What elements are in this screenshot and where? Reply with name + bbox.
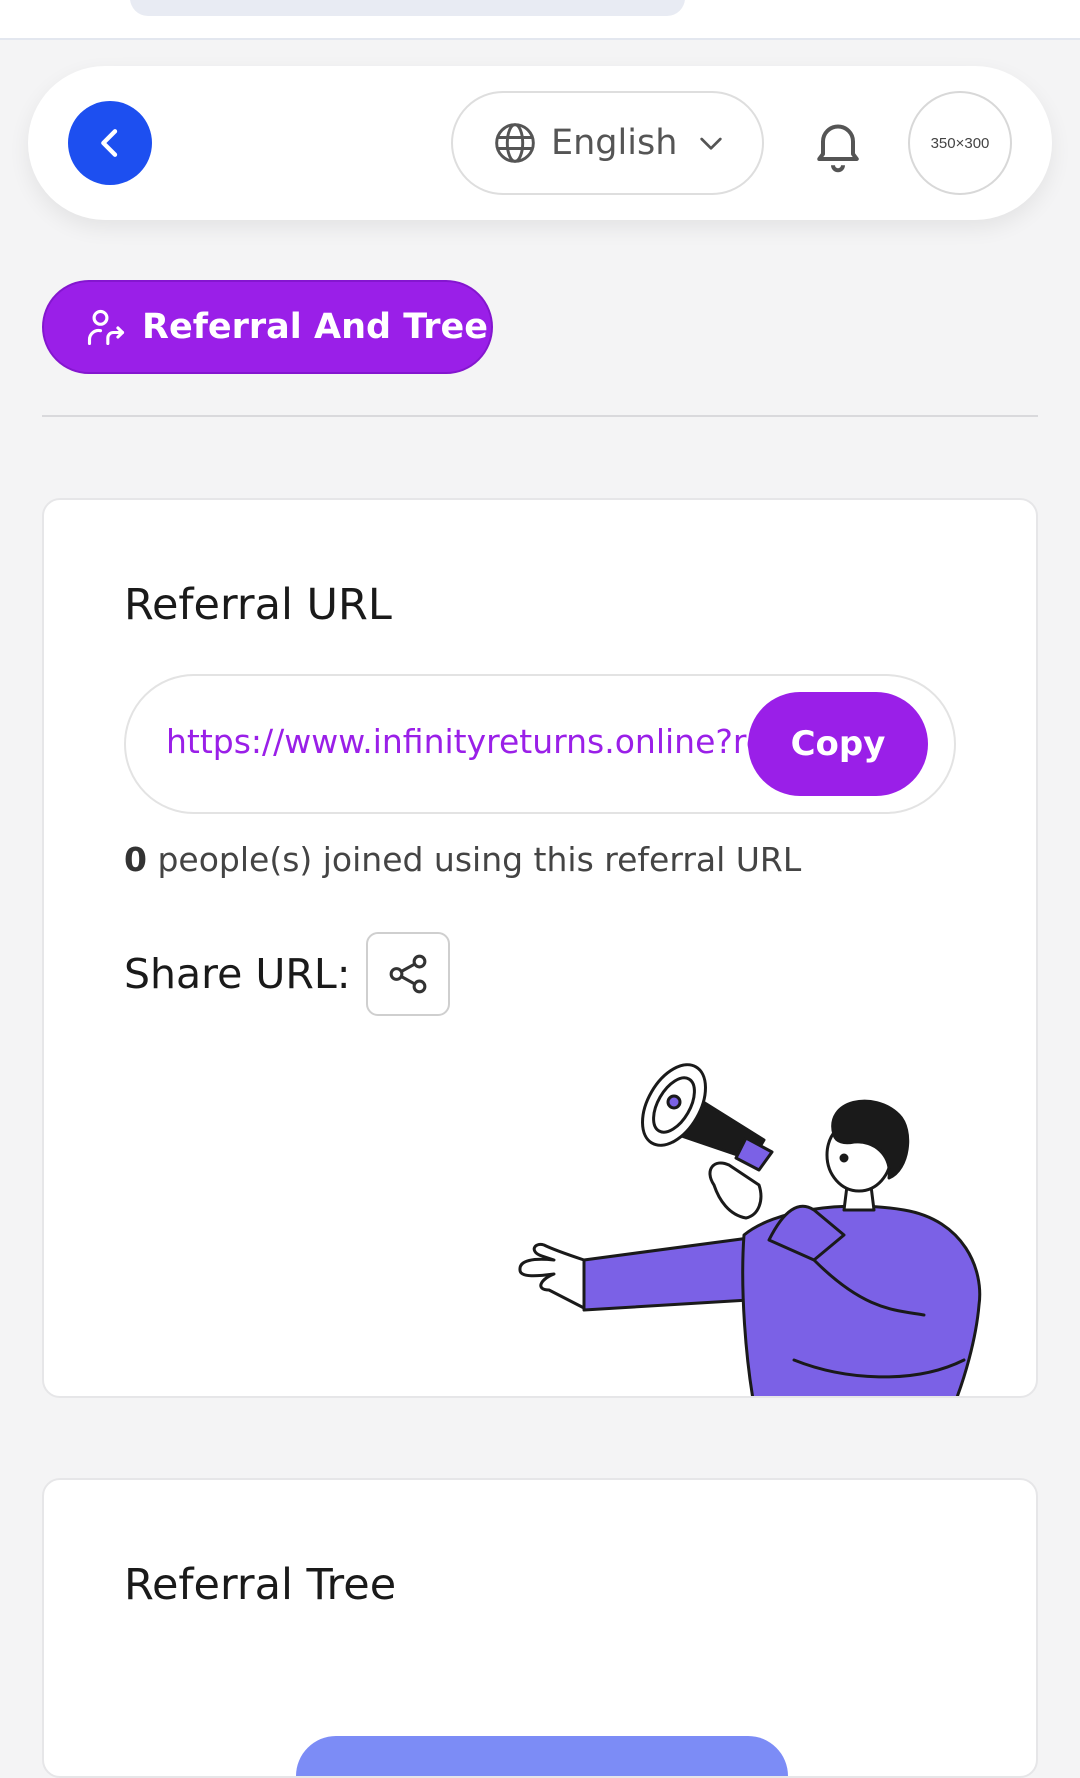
referral-and-tree-tab[interactable]: Referral And Tree <box>42 280 493 374</box>
app-header: English 350×300 <box>28 66 1052 220</box>
referral-url-text[interactable]: https://www.infinityreturns.online?ref= <box>166 722 806 761</box>
language-label: English <box>551 123 678 163</box>
referral-url-card: Referral URL https://www.infinityreturns… <box>42 498 1038 1398</box>
referral-url-field[interactable]: https://www.infinityreturns.online?ref= … <box>124 674 956 814</box>
top-bar <box>0 0 1080 40</box>
chevron-down-icon <box>700 137 723 150</box>
globe-icon <box>495 123 535 163</box>
share-url-label: Share URL: <box>124 950 351 998</box>
notification-button[interactable] <box>808 114 868 174</box>
user-share-icon <box>87 309 125 346</box>
joined-count: 0 <box>124 840 147 879</box>
referral-tree-card: Referral Tree <box>42 1478 1038 1778</box>
avatar[interactable]: 350×300 <box>908 91 1012 195</box>
chevron-left-icon <box>101 129 118 157</box>
joined-count-text: 0 people(s) joined using this referral U… <box>124 840 801 879</box>
language-select[interactable]: English <box>451 91 764 195</box>
share-icon <box>389 954 427 994</box>
share-button[interactable] <box>366 932 450 1016</box>
referral-url-title: Referral URL <box>124 580 392 630</box>
referral-tree-node-button[interactable] <box>296 1736 788 1776</box>
back-button[interactable] <box>68 101 152 185</box>
divider <box>42 415 1038 417</box>
top-search-pill[interactable] <box>130 0 685 16</box>
person-with-megaphone-illustration <box>518 1063 982 1396</box>
copy-button[interactable]: Copy <box>748 692 928 796</box>
joined-label: people(s) joined using this referral URL <box>146 840 802 879</box>
section-tab-label: Referral And Tree <box>142 307 488 347</box>
bell-icon <box>817 124 859 173</box>
avatar-placeholder-text: 350×300 <box>930 134 990 152</box>
referral-tree-title: Referral Tree <box>124 1560 397 1610</box>
